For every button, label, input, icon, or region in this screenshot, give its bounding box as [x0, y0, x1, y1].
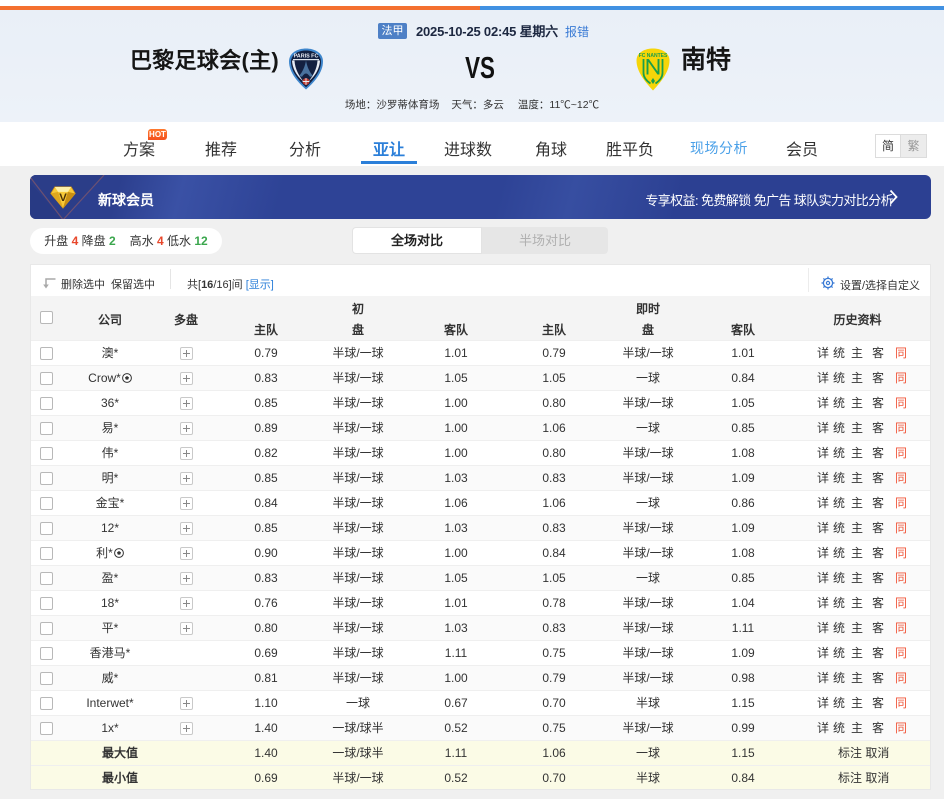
svg-text:V: V: [59, 192, 67, 204]
svg-text:PARIS FC: PARIS FC: [294, 54, 319, 60]
svg-text:FC NANTES: FC NANTES: [639, 53, 668, 59]
